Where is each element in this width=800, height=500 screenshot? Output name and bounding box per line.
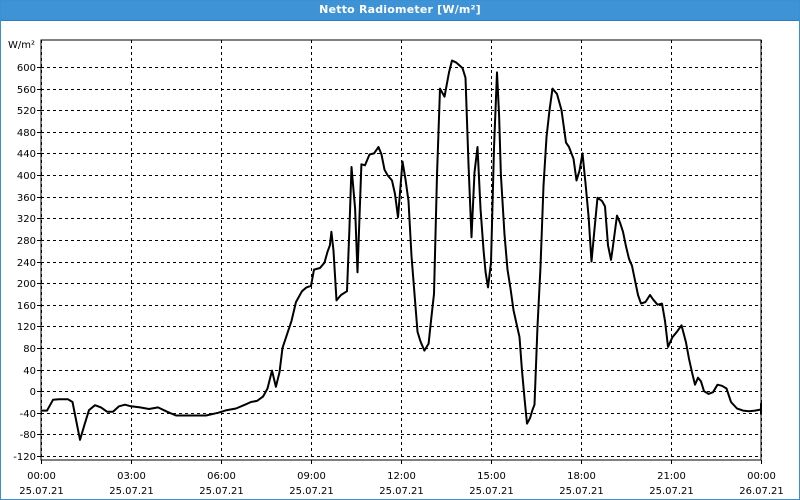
y-axis-unit-label: W/m²	[8, 40, 35, 51]
y-tick-label: 120	[17, 322, 36, 333]
x-tick-date: 25.07.21	[109, 486, 154, 497]
x-tick-time: 12:00	[387, 471, 416, 482]
y-tick-label: 40	[23, 366, 36, 377]
x-tick-time: 00:00	[27, 471, 56, 482]
y-tick-label: 600	[17, 63, 36, 74]
x-tick-date: 25.07.21	[19, 486, 64, 497]
x-tick-date: 25.07.21	[559, 486, 604, 497]
x-tick-time: 06:00	[207, 471, 236, 482]
y-tick-label: 80	[23, 344, 36, 355]
x-tick-time: 18:00	[567, 471, 596, 482]
y-tick-label: 320	[17, 214, 36, 225]
x-tick-date: 25.07.21	[379, 486, 424, 497]
x-tick-date: 25.07.21	[649, 486, 694, 497]
x-tick-time: 15:00	[477, 471, 506, 482]
x-tick-date: 25.07.21	[289, 486, 334, 497]
y-tick-label: 440	[17, 149, 36, 160]
x-tick-date: 25.07.21	[199, 486, 244, 497]
y-tick-label: -120	[13, 452, 36, 463]
y-tick-label: 280	[17, 236, 36, 247]
y-tick-label: 200	[17, 279, 36, 290]
y-tick-label: 560	[17, 85, 36, 96]
y-tick-label: -40	[20, 409, 36, 420]
y-tick-label: -80	[20, 430, 36, 441]
x-tick-time: 09:00	[297, 471, 326, 482]
y-tick-label: 160	[17, 301, 36, 312]
x-tick-date: 25.07.21	[469, 486, 514, 497]
y-tick-label: 0	[30, 387, 36, 398]
x-tick-date: 26.07.21	[739, 486, 784, 497]
x-tick-time: 00:00	[747, 471, 776, 482]
chart-plot: W/m² 60056052048044040036032028024020016…	[8, 39, 784, 497]
y-tick-label: 360	[17, 193, 36, 204]
y-tick-label: 520	[17, 106, 36, 117]
x-tick-time: 21:00	[657, 471, 686, 482]
y-tick-label: 240	[17, 258, 36, 269]
y-tick-label: 400	[17, 171, 36, 182]
x-tick-time: 03:00	[117, 471, 146, 482]
y-tick-label: 480	[17, 128, 36, 139]
